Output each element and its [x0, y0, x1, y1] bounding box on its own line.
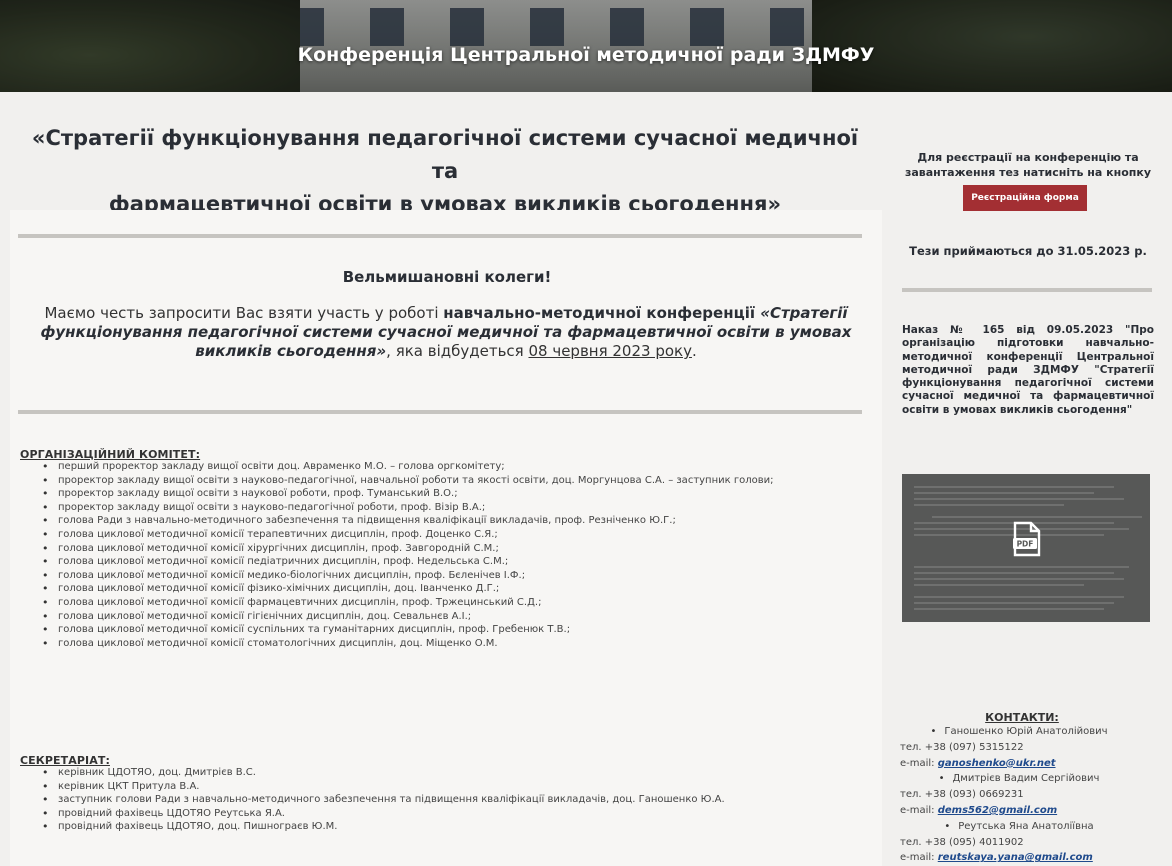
order-pdf-thumbnail[interactable]: PDF [902, 474, 1150, 622]
svg-text:PDF: PDF [1017, 540, 1034, 549]
contact-name: Реутська Яна Анатоліївна [900, 819, 1160, 835]
pdf-file-icon: PDF [1013, 521, 1041, 557]
contact-email-row: e-mail: dems562@gmail.com [900, 803, 1160, 819]
list-item: перший проректор закладу вищої освіти до… [40, 460, 860, 474]
contact-email-row: e-mail: reutskaya.yana@gmail.com [900, 850, 1160, 866]
divider-bottom [18, 410, 862, 414]
list-item: провідний фахівець ЦДОТЯО Реутська Я.А. [40, 807, 860, 821]
contact-phone: тел. +38 (097) 5315122 [900, 741, 1024, 753]
list-item: керівник ЦДОТЯО, доц. Дмитрієв В.С. [40, 766, 860, 780]
list-item: голова циклової методичної комісії хірур… [40, 542, 860, 556]
list-item: голова Ради з навчально-методичного забе… [40, 514, 860, 528]
secretariat-list: керівник ЦДОТЯО, доц. Дмитрієв В.С.керів… [40, 766, 860, 834]
contact-email-link[interactable]: reutskaya.yana@gmail.com [938, 852, 1093, 863]
contacts-heading: КОНТАКТИ: [985, 711, 1059, 724]
divider-top [18, 234, 862, 238]
header-banner: Конференція Центральної методичної ради … [0, 0, 1172, 92]
list-item: заступник голови Ради з навчально-методи… [40, 793, 860, 807]
list-item: голова циклової методичної комісії фарма… [40, 596, 860, 610]
invitation-text: Маємо честь запросити Вас взяти участь у… [40, 304, 852, 360]
list-item: проректор закладу вищої освіти з науково… [40, 501, 860, 515]
sidebar-divider [902, 288, 1152, 292]
list-item: голова циклової методичної комісії суспі… [40, 623, 860, 637]
greeting-heading: Вельмишановні колеги! [342, 268, 552, 286]
contact-name: Дмитрієв Вадим Сергійович [900, 771, 1160, 787]
list-item: голова циклової методичної комісії медик… [40, 569, 860, 583]
registration-instruction: Для реєстрації на конференцію та заванта… [904, 151, 1152, 179]
list-item: проректор закладу вищої освіти з науково… [40, 487, 860, 501]
list-item: голова циклової методичної комісії стома… [40, 637, 860, 651]
list-item: провідний фахівець ЦДОТЯО, доц. Пишногра… [40, 820, 860, 834]
banner-title: Конференція Центральної методичної ради … [297, 44, 875, 66]
list-item: проректор закладу вищої освіти з науково… [40, 474, 860, 488]
list-item: керівник ЦКТ Притула В.А. [40, 780, 860, 794]
email-label: e-mail: [900, 757, 938, 769]
list-item: голова циклової методичної комісії фізик… [40, 582, 860, 596]
contact-email-link[interactable]: ganoshenko@ukr.net [938, 758, 1056, 769]
order-link[interactable]: Наказ № 165 від 09.05.2023 "Про організа… [902, 324, 1154, 417]
contact-phone: тел. +38 (095) 4011902 [900, 836, 1024, 848]
conference-title: «Стратегії функціонування педагогічної с… [31, 126, 859, 216]
list-item: голова циклової методичної комісії гігіє… [40, 610, 860, 624]
abstract-deadline: Тези приймаються до 31.05.2023 р. [909, 244, 1147, 258]
contact-email-row: e-mail: ganoshenko@ukr.net [900, 756, 1160, 772]
conference-date: 08 червня 2023 року [528, 342, 692, 360]
contact-name: Ганошенко Юрій Анатолійович [900, 724, 1160, 740]
committee-list: перший проректор закладу вищої освіти до… [40, 460, 860, 650]
list-item: голова циклової методичної комісії терап… [40, 528, 860, 542]
email-label: e-mail: [900, 804, 938, 816]
contact-phone: тел. +38 (093) 0669231 [900, 789, 1024, 801]
sidebar: Для реєстрації на конференцію та заванта… [884, 92, 1172, 866]
list-item: голова циклової методичної комісії педіа… [40, 555, 860, 569]
registration-form-button[interactable]: Реєстраційна форма [963, 185, 1087, 211]
contact-email-link[interactable]: dems562@gmail.com [938, 805, 1057, 816]
contacts-list: Ганошенко Юрій Анатолійовичтел. +38 (097… [900, 724, 1160, 866]
main-content: «Стратегії функціонування педагогічної с… [0, 92, 884, 866]
email-label: e-mail: [900, 852, 938, 864]
